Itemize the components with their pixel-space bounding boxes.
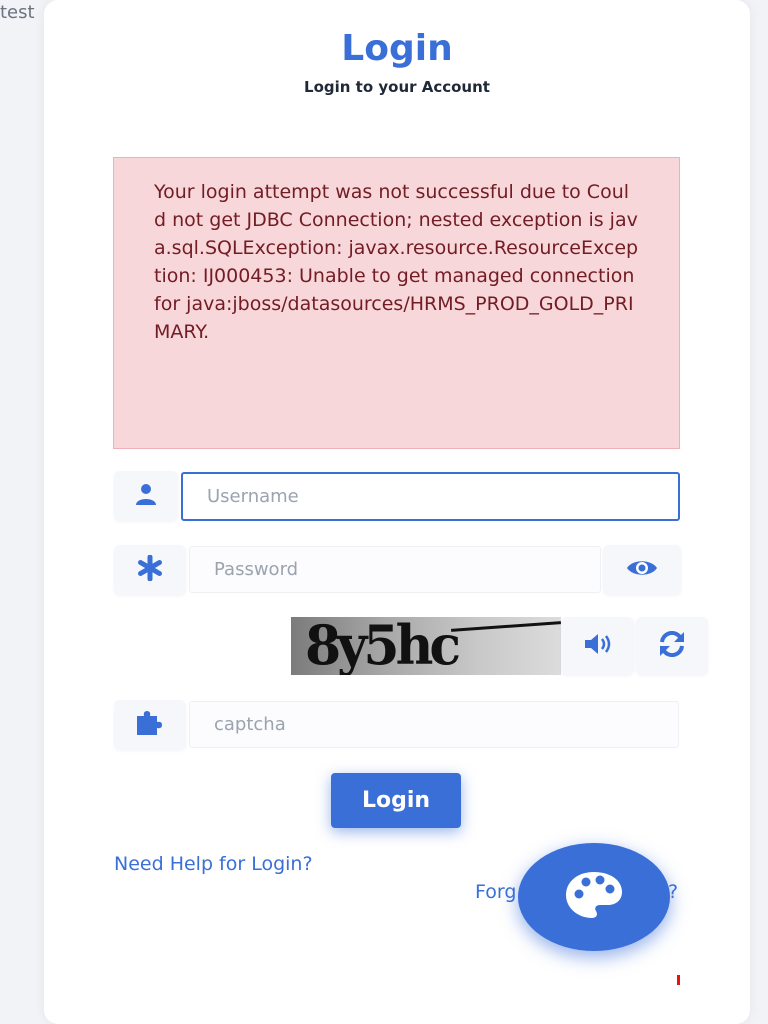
captcha-icon-box: [114, 700, 186, 750]
captcha-input[interactable]: [189, 701, 679, 748]
forgot-password-link[interactable]: Forg: [475, 881, 516, 903]
captcha-audio-button[interactable]: [561, 617, 634, 675]
page-subtitle: Login to your Account: [304, 78, 490, 96]
red-mark: [677, 975, 680, 985]
username-icon-box: [114, 471, 178, 521]
captcha-text: 8y5hc: [305, 617, 461, 675]
refresh-icon: [658, 630, 686, 661]
username-input[interactable]: [181, 472, 680, 521]
captcha-refresh-button[interactable]: [636, 617, 708, 675]
login-card: Login Login to your Account Your login a…: [44, 0, 750, 1024]
password-icon-box: [114, 545, 186, 595]
asterisk-icon: [137, 554, 163, 585]
page-title: Login: [341, 28, 453, 69]
need-help-link[interactable]: Need Help for Login?: [114, 853, 313, 875]
corner-text: test: [0, 2, 35, 23]
user-icon: [134, 482, 158, 510]
palette-icon: [564, 870, 624, 924]
captcha-noise-line: [451, 621, 561, 632]
show-password-button[interactable]: [603, 545, 681, 595]
captcha-image: 8y5hc: [291, 617, 561, 675]
puzzle-icon: [135, 710, 165, 740]
error-alert: Your login attempt was not successful du…: [113, 157, 680, 449]
eye-icon: [626, 558, 658, 582]
theme-toggle-button[interactable]: [518, 843, 670, 951]
password-input[interactable]: [189, 546, 601, 593]
speaker-icon: [583, 633, 613, 659]
login-button[interactable]: Login: [331, 773, 461, 828]
